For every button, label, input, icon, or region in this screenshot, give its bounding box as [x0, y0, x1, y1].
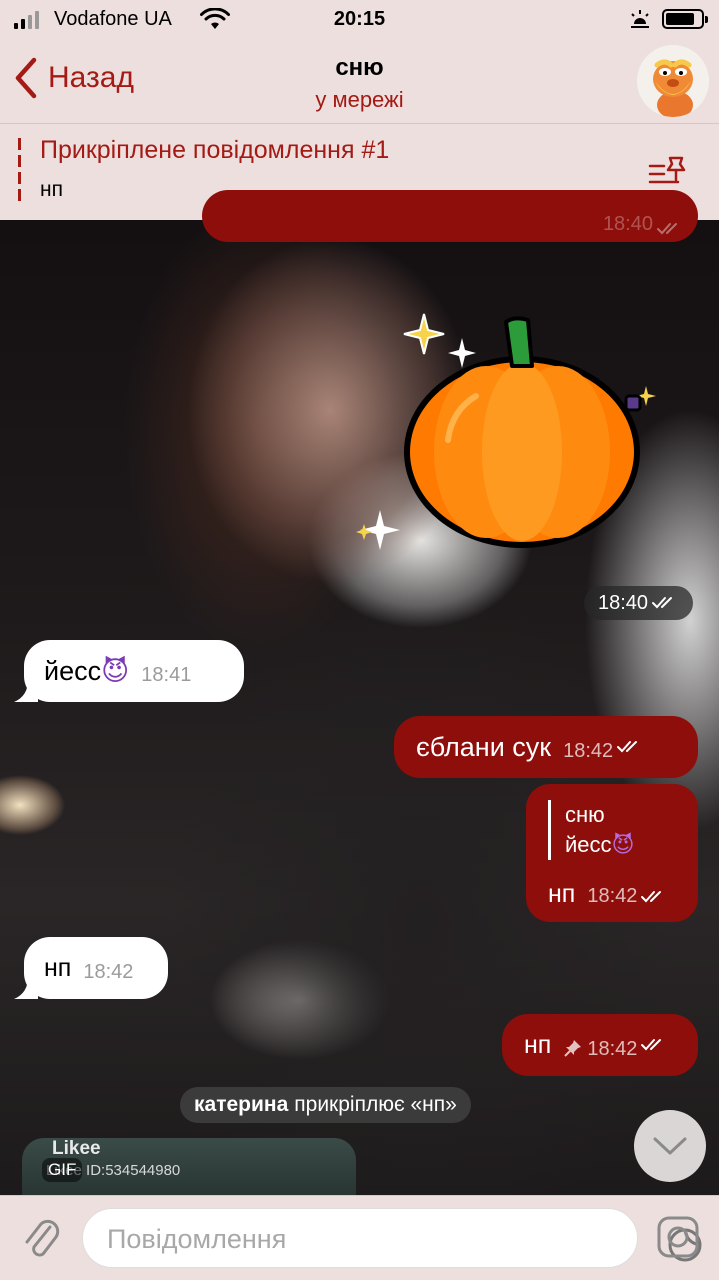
- battery-icon: [662, 9, 708, 29]
- message-placeholder: Повідомлення: [107, 1224, 287, 1254]
- message-text: єблани сук: [416, 731, 552, 762]
- pinned-text: нп: [40, 178, 63, 201]
- pinned-indicator: [18, 138, 21, 206]
- scroll-down-button[interactable]: [634, 1110, 706, 1182]
- bubble-tail: [14, 680, 38, 702]
- reply-quote[interactable]: сню йесс😈: [548, 800, 634, 860]
- message-outgoing-pinned[interactable]: нп 18:42: [502, 1014, 698, 1076]
- message-outgoing[interactable]: єблани сук 18:42: [394, 716, 698, 778]
- message-time: 18:42: [563, 739, 614, 762]
- reply-author: сню: [565, 802, 605, 827]
- input-bar: Повідомлення: [0, 1195, 719, 1280]
- online-status: у мережі: [315, 87, 404, 112]
- chevron-down-icon: [653, 1137, 687, 1155]
- bubble-tail: [14, 977, 38, 999]
- message-time: 18:41: [141, 663, 192, 686]
- read-checks-icon: [657, 223, 677, 235]
- message-time: 18:42: [587, 1037, 638, 1060]
- gif-brand: Likee: [52, 1138, 101, 1159]
- service-author: катерина: [194, 1093, 289, 1116]
- paperclip-icon[interactable]: [20, 1213, 62, 1261]
- message-outgoing-cutoff[interactable]: 18:40: [202, 190, 698, 242]
- avatar[interactable]: [637, 45, 709, 117]
- pin-list-icon[interactable]: [648, 154, 690, 190]
- read-checks-icon: [617, 741, 638, 753]
- chat-header: Назад сню у мережі: [0, 40, 719, 124]
- message-incoming[interactable]: нп 18:42: [14, 937, 168, 999]
- pumpkin-sticker[interactable]: [356, 300, 676, 560]
- pinned-title: Прикріплене повідомлення #1: [40, 136, 390, 164]
- message-input[interactable]: Повідомлення: [82, 1208, 702, 1268]
- gif-badge: GIF: [42, 1158, 83, 1182]
- status-time: 20:15: [333, 8, 386, 30]
- reply-text: йесс: [565, 832, 612, 857]
- read-checks-icon: [641, 1039, 662, 1051]
- message-incoming[interactable]: йесс 😈 18:41: [14, 640, 244, 702]
- chat-title[interactable]: сню: [0, 54, 719, 82]
- service-action: прикріплює «нп»: [294, 1093, 457, 1116]
- status-bar: Vodafone UA 20:15: [0, 0, 719, 40]
- message-text: нп: [548, 880, 576, 908]
- pin-icon: [564, 1040, 582, 1057]
- devil-emoji: 😈: [611, 832, 635, 857]
- message-outgoing-reply[interactable]: сню йесс😈 нп 18:42: [526, 784, 698, 922]
- message-text: йесс: [44, 655, 102, 686]
- message-time: 18:40: [598, 591, 649, 614]
- read-checks-icon: [641, 890, 662, 902]
- message-time: 18:40: [602, 213, 653, 235]
- alarm-icon: [631, 10, 649, 28]
- camera-icon[interactable]: [656, 1215, 700, 1259]
- devil-emoji: 😈: [101, 655, 130, 686]
- message-time: 18:42: [83, 960, 134, 983]
- sticker-time: 18:40: [584, 586, 694, 620]
- message-text: нп: [524, 1030, 552, 1059]
- read-checks-icon: [652, 597, 673, 609]
- message-text: нп: [44, 953, 72, 982]
- message-time: 18:42: [587, 885, 638, 907]
- service-message: катерина прикріплює «нп»: [180, 1087, 471, 1123]
